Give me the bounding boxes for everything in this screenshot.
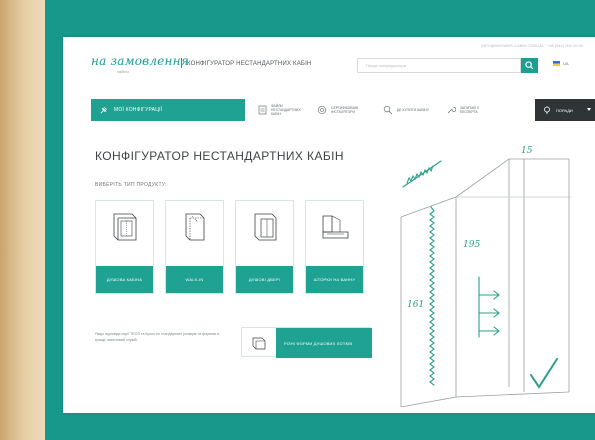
product-label: ДУШОВА КАБІНА [106,277,143,282]
contact-line: INFO@SHOWER-CABIN.COM.UA · +38 (044) 000… [481,43,583,48]
site-title: КОНФІГУРАТОР НЕСТАНДАРТНИХ КАБІН [187,61,312,67]
walk-in-icon [185,213,205,241]
shower-cabin-icon [113,213,137,241]
tips-dropdown[interactable]: ПОРАДИ [535,99,595,121]
nav-ask-expert[interactable]: ЗАПИТАЙ З ЕКСПЕРТА [446,101,494,119]
nav-my-configurations-label: МОЇ КОНФІГУРАЦІЇ [114,107,163,113]
site-logo-sub: кабіни [117,69,129,74]
tips-label: ПОРАДИ [556,107,573,113]
nav-where-to-buy[interactable]: ДЕ КУПИТИ КАБІНУ [383,101,431,119]
chevron-down-icon [587,108,591,111]
product-card-shower-door[interactable]: ДУШОВІ ДВЕРІ [235,200,294,294]
tray-button-label: РІЗНІ ФОРМИ ДУШОВИХ ЛОТКІВ [284,340,353,346]
product-label: ШТОРКИ НА ВАННУ [313,277,356,282]
language-selector[interactable]: UA [553,61,569,66]
ukraine-flag-icon [553,61,560,66]
nav-where-to-buy-label: ДЕ КУПИТИ КАБІНУ [397,107,429,112]
search-input[interactable]: Пошук конфігуратора [357,58,521,73]
language-label: UA [563,61,569,66]
shower-door-icon [254,213,277,241]
info-text: Якщо відповідь серії TEOS та Кросс не ст… [95,332,220,342]
product-label: ДУШОВІ ДВЕРІ [248,277,281,282]
nav-installers-label: СЕРТИФІКОВАНІ ІНСТАЛЯТОРИ [331,105,359,114]
dimension-side: 161 [407,300,424,310]
nav-files[interactable]: ФАЙЛИ НЕСТАНДАРТНИХ КАБІН [258,101,305,119]
header-divider [181,58,182,68]
bath-screen-icon [322,215,349,239]
product-card-shower-cabin[interactable]: ДУШОВА КАБІНА [95,200,154,294]
product-label: WALK-IN [185,277,204,282]
cabin-sketch-illustration: 15 195 161 [400,146,571,407]
shower-tray-shapes-button[interactable]: РІЗНІ ФОРМИ ДУШОВИХ ЛОТКІВ [241,327,372,358]
product-card-walk-in[interactable]: WALK-IN [165,200,224,294]
search-store-icon [383,105,393,115]
wrench-icon [447,107,456,114]
nav-ask-expert-label: ЗАПИТАЙ З ЕКСПЕРТА [460,105,479,114]
nav-my-configurations[interactable]: МОЇ КОНФІГУРАЦІЇ [91,99,245,121]
product-card-bath-screen[interactable]: ШТОРКИ НА ВАННУ [305,200,364,294]
main-nav: МОЇ КОНФІГУРАЦІЇ ФАЙЛИ НЕСТАНДАРТНИХ КАБ… [91,99,595,121]
file-icon [258,105,267,115]
browser-page: INFO@SHOWER-CABIN.COM.UA · +38 (044) 000… [63,37,595,413]
shower-tray-icon [252,337,266,350]
dimension-top: 15 [521,146,533,156]
page-title: КОНФІГУРАТОР НЕСТАНДАРТНИХ КАБІН [95,149,344,163]
search-button[interactable] [521,58,538,73]
nav-installers[interactable]: СЕРТИФІКОВАНІ ІНСТАЛЯТОРИ [317,101,365,119]
site-logo[interactable]: на замовлення [91,54,189,68]
search-icon [525,61,534,70]
pin-icon [100,106,107,113]
dimension-height: 195 [463,240,480,250]
nav-files-label: ФАЙЛИ НЕСТАНДАРТНИХ КАБІН [271,103,301,117]
certificate-icon [317,105,327,115]
lightbulb-icon [544,105,550,113]
product-type-label: ВИБЕРІТЬ ТИП ПРОДУКТУ: [95,182,167,188]
